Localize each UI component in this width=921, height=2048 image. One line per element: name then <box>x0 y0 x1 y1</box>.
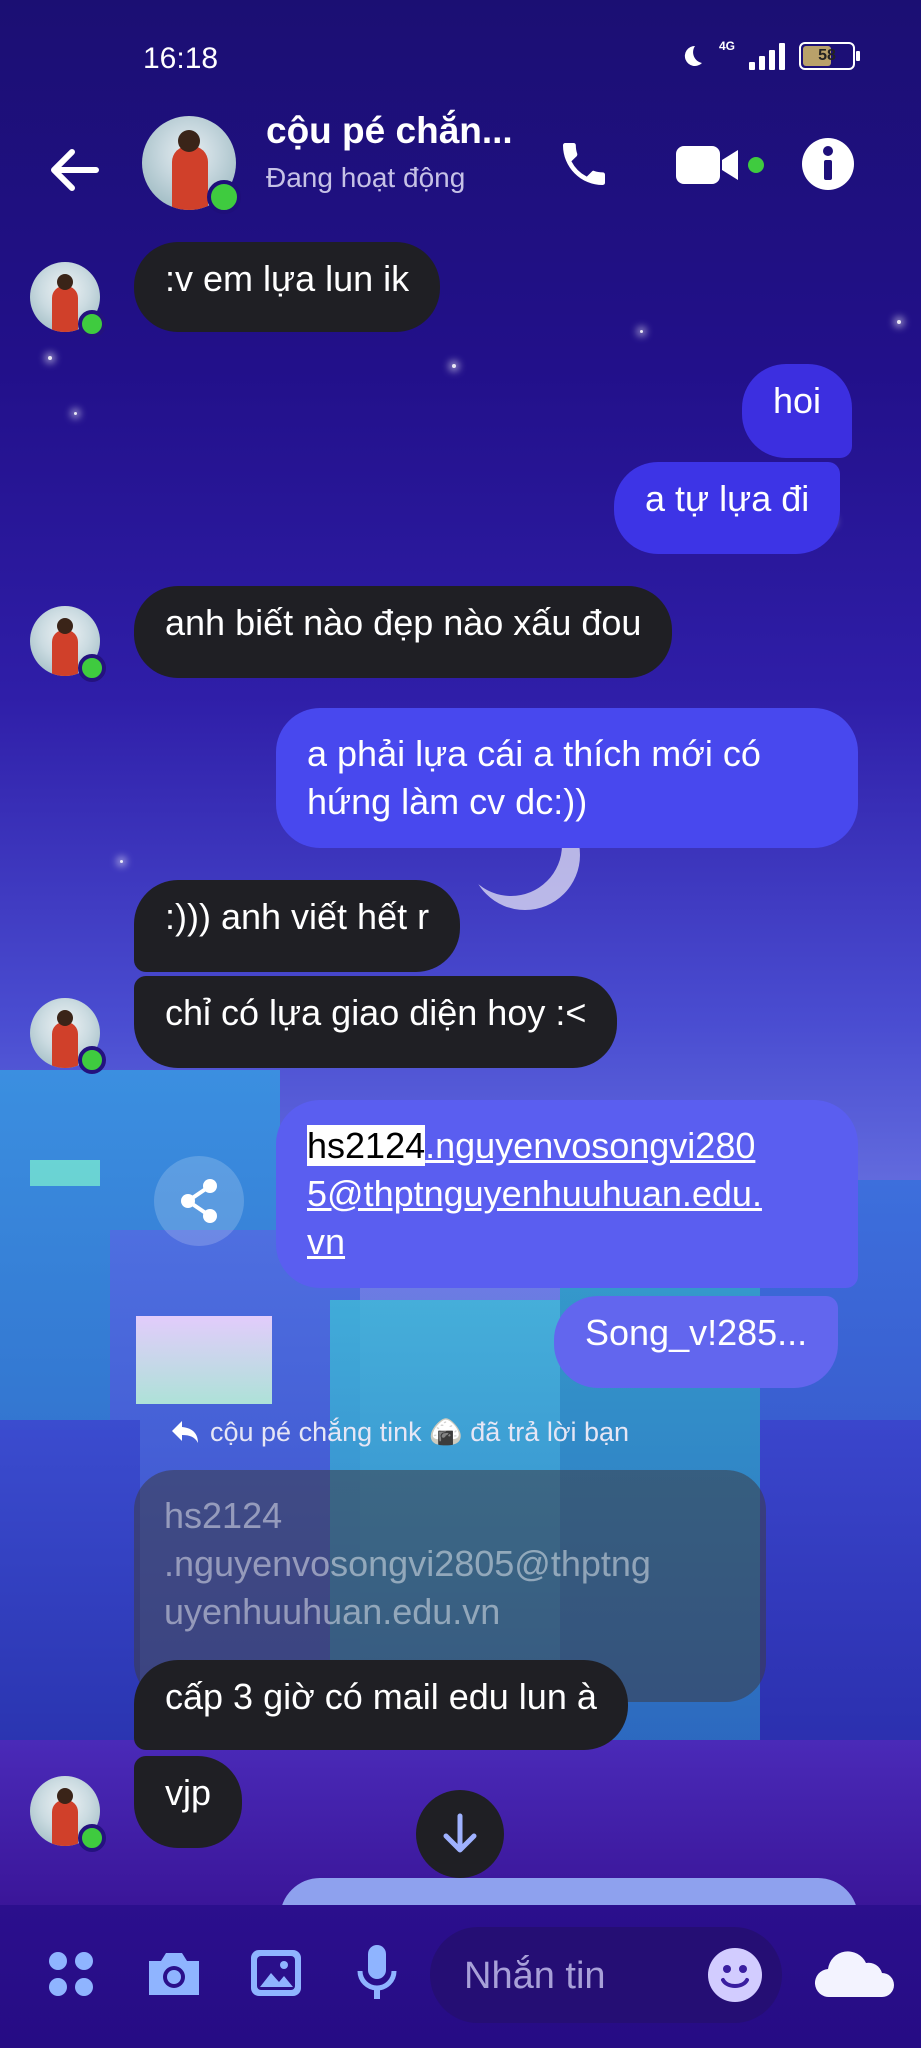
message-outgoing[interactable]: Song_v!285... <box>554 1296 839 1388</box>
reply-indicator: cộu pé chắng tink 🍙 đã trả lời bạn <box>170 1416 629 1448</box>
share-button[interactable] <box>154 1156 244 1246</box>
emoji-icon[interactable] <box>708 1948 762 2002</box>
message-incoming[interactable]: :))) anh viết hết r <box>134 880 461 972</box>
battery-icon: 58 <box>799 42 860 70</box>
presence-status: Đang hoạt động <box>266 162 466 193</box>
message-incoming[interactable]: vjp <box>134 1756 243 1848</box>
reply-icon <box>172 1421 198 1443</box>
message-line: hứng làm cv dc:)) <box>307 781 588 822</box>
reply-indicator-text: cộu pé chắng tink 🍙 đã trả lời bạn <box>210 1417 630 1447</box>
online-indicator <box>78 310 106 338</box>
online-indicator <box>78 1046 106 1074</box>
share-icon <box>181 1179 217 1223</box>
composer-bar <box>0 1905 921 2048</box>
cloud-icon[interactable] <box>812 1943 896 2003</box>
battery-level: 58 <box>818 47 836 64</box>
message-outgoing-link[interactable]: hs2124.nguyenvosongvi280 5@thptnguyenhuu… <box>276 1100 858 1288</box>
status-bar: 16:18 4G 58 <box>0 0 921 120</box>
message-outgoing[interactable]: a tự lựa đi <box>614 462 841 554</box>
message-line: a phải lựa cái a thích mới có <box>307 733 761 774</box>
info-icon[interactable] <box>800 136 856 192</box>
email-link[interactable]: 5@thptnguyenhuuhuan.edu. <box>307 1170 827 1218</box>
status-time: 16:18 <box>143 42 219 75</box>
online-indicator <box>78 1824 106 1852</box>
message-outgoing[interactable]: hoi <box>742 364 853 458</box>
quoted-line: uyenhuuhuan.edu.vn <box>164 1591 501 1632</box>
arrow-down-icon <box>443 1813 477 1853</box>
message-outgoing[interactable]: a phải lựa cái a thích mới có hứng làm c… <box>276 708 858 848</box>
online-indicator <box>207 180 241 214</box>
message-incoming[interactable]: chỉ có lựa giao diện hoy :< <box>134 976 618 1068</box>
network-label: 4G <box>718 39 735 53</box>
online-indicator <box>78 654 106 682</box>
quoted-line: hs2124 <box>164 1495 283 1536</box>
message-line: hs2124.nguyenvosongvi280 <box>307 1122 827 1170</box>
mic-icon[interactable] <box>356 1943 398 2003</box>
contact-name[interactable]: cộu pé chắn... <box>266 110 513 152</box>
message-incoming[interactable]: :v em lựa lun ik <box>134 242 441 332</box>
message-input-container[interactable] <box>430 1927 782 2023</box>
scroll-to-bottom-button[interactable] <box>416 1790 504 1878</box>
back-arrow-icon[interactable] <box>44 140 104 200</box>
message-input[interactable] <box>462 1945 696 2007</box>
video-icon[interactable] <box>676 140 764 190</box>
image-icon[interactable] <box>248 1947 304 1999</box>
phone-icon[interactable] <box>556 136 612 192</box>
email-link[interactable]: .nguyenvosongvi280 <box>425 1125 755 1166</box>
status-icons: 4G 58 <box>679 39 860 70</box>
message-incoming[interactable]: cấp 3 giờ có mail edu lun à <box>134 1660 628 1750</box>
chat-header: cộu pé chắn... Đang hoạt động <box>0 110 921 230</box>
camera-icon[interactable] <box>145 1947 203 1999</box>
signal-icon <box>749 42 785 70</box>
apps-icon[interactable] <box>46 1949 96 1999</box>
message-incoming[interactable]: anh biết nào đẹp nào xấu đou <box>134 586 673 678</box>
highlighted-text: hs2124 <box>307 1125 426 1166</box>
moon-icon <box>684 45 702 66</box>
quoted-line: .nguyenvosongvi2805@thptng <box>164 1543 651 1584</box>
email-link[interactable]: vn <box>307 1218 827 1266</box>
